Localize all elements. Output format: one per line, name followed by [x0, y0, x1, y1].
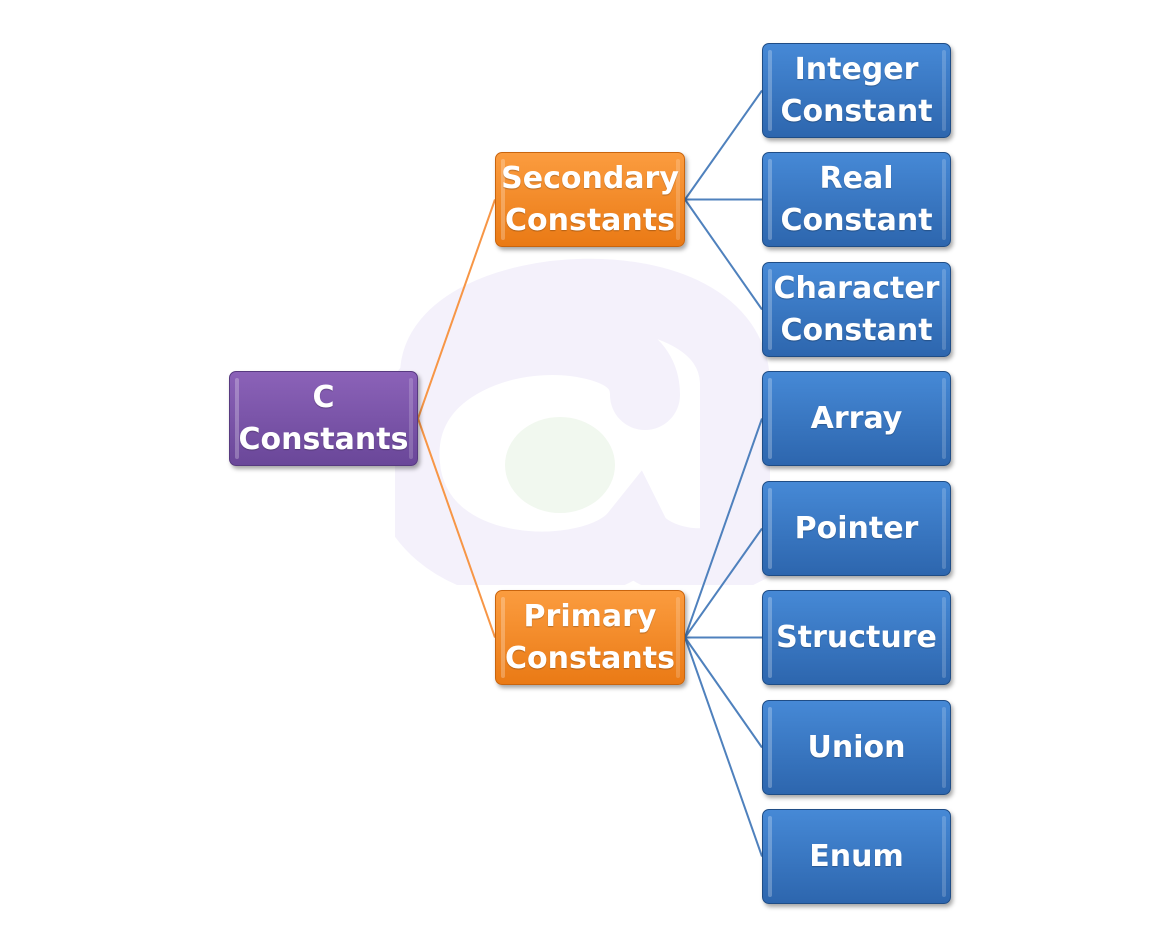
node-secondary-constants: Secondary Constants	[495, 152, 685, 247]
node-label: Pointer	[794, 510, 919, 546]
node-label: Integer Constant	[780, 51, 933, 129]
node-array: Array	[762, 371, 951, 466]
connector-root-primary	[417, 418, 496, 638]
node-character-constant: Character Constant	[762, 262, 951, 357]
node-c-constants: C Constants	[229, 371, 418, 466]
node-real-constant: Real Constant	[762, 152, 951, 247]
connector-primary-union	[684, 636, 763, 749]
node-label: Enum	[809, 838, 904, 874]
connector-secondary-integer	[684, 89, 763, 201]
node-label: Structure	[776, 619, 937, 655]
node-integer-constant: Integer Constant	[762, 43, 951, 138]
connector-root-secondary	[417, 199, 496, 419]
node-label: Secondary Constants	[501, 160, 679, 238]
node-label: Character Constant	[773, 270, 940, 348]
connector-secondary-character	[684, 198, 763, 311]
node-pointer: Pointer	[762, 481, 951, 576]
node-label: Real Constant	[780, 160, 933, 238]
node-union: Union	[762, 700, 951, 795]
node-label: Array	[810, 400, 903, 436]
node-label: C Constants	[238, 379, 409, 457]
connector-primary-pointer	[684, 527, 763, 639]
node-structure: Structure	[762, 590, 951, 685]
node-label: Union	[807, 729, 906, 765]
connector-primary-array	[684, 418, 763, 638]
node-label: Primary Constants	[505, 598, 675, 676]
connector-lines	[417, 89, 763, 857]
node-enum: Enum	[762, 809, 951, 904]
connector-primary-enum	[684, 637, 763, 857]
node-primary-constants: Primary Constants	[495, 590, 685, 685]
